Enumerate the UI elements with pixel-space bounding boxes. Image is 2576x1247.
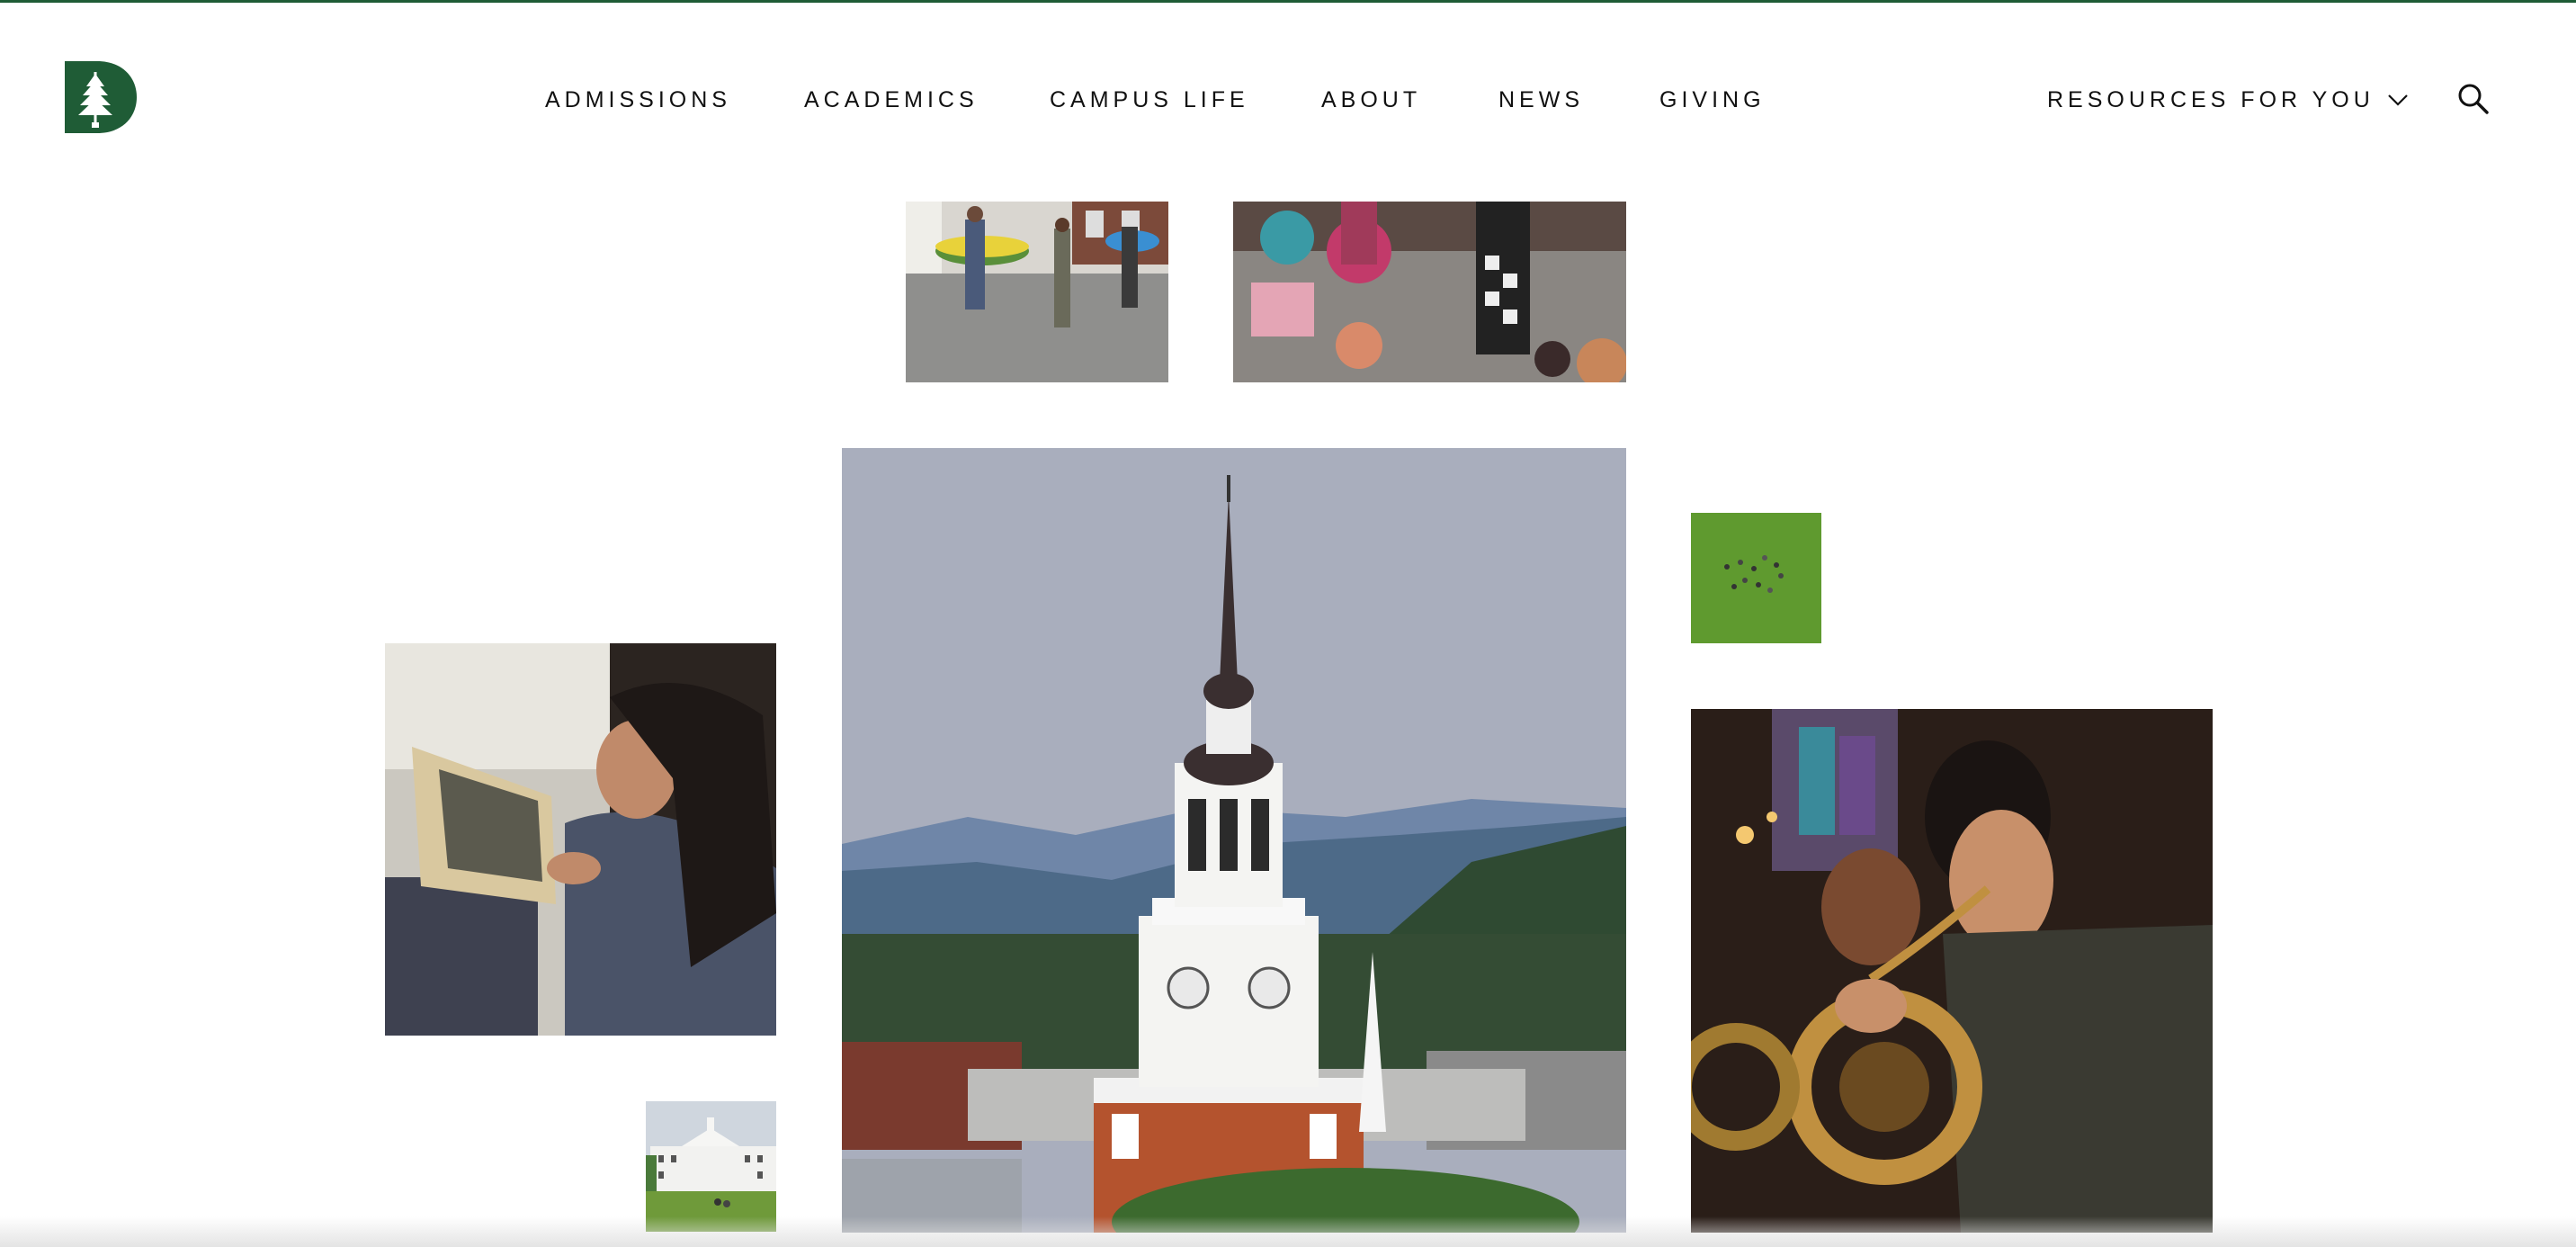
dartmouth-logo-icon[interactable]	[65, 59, 137, 135]
nav-academics[interactable]: ACADEMICS	[804, 86, 979, 113]
photo-horn-player-orchestra[interactable]	[1691, 709, 2213, 1233]
nav-about[interactable]: ABOUT	[1321, 86, 1421, 113]
photo-student-archives-research[interactable]	[385, 643, 776, 1036]
photo-baker-tower-clocktower[interactable]	[842, 448, 1626, 1233]
resources-for-you-menu[interactable]: RESOURCES FOR YOU	[2047, 86, 2409, 113]
resources-for-you-label: RESOURCES FOR YOU	[2047, 87, 2375, 112]
nav-campus-life[interactable]: CAMPUS LIFE	[1050, 86, 1249, 113]
nav-admissions[interactable]: ADMISSIONS	[545, 86, 731, 113]
search-icon[interactable]	[2455, 81, 2490, 115]
photo-chalk-art-festival[interactable]	[1233, 202, 1626, 382]
photo-dartmouth-hall[interactable]	[646, 1101, 776, 1232]
chevron-down-icon	[2387, 94, 2408, 106]
top-accent-line	[0, 0, 2576, 3]
nav-giving[interactable]: GIVING	[1659, 86, 1766, 113]
photo-students-with-inner-tubes[interactable]	[906, 202, 1168, 382]
bottom-scroll-shadow	[0, 1216, 2576, 1247]
nav-news[interactable]: NEWS	[1498, 86, 1584, 113]
photo-aerial-green-lawn[interactable]	[1691, 513, 1821, 643]
